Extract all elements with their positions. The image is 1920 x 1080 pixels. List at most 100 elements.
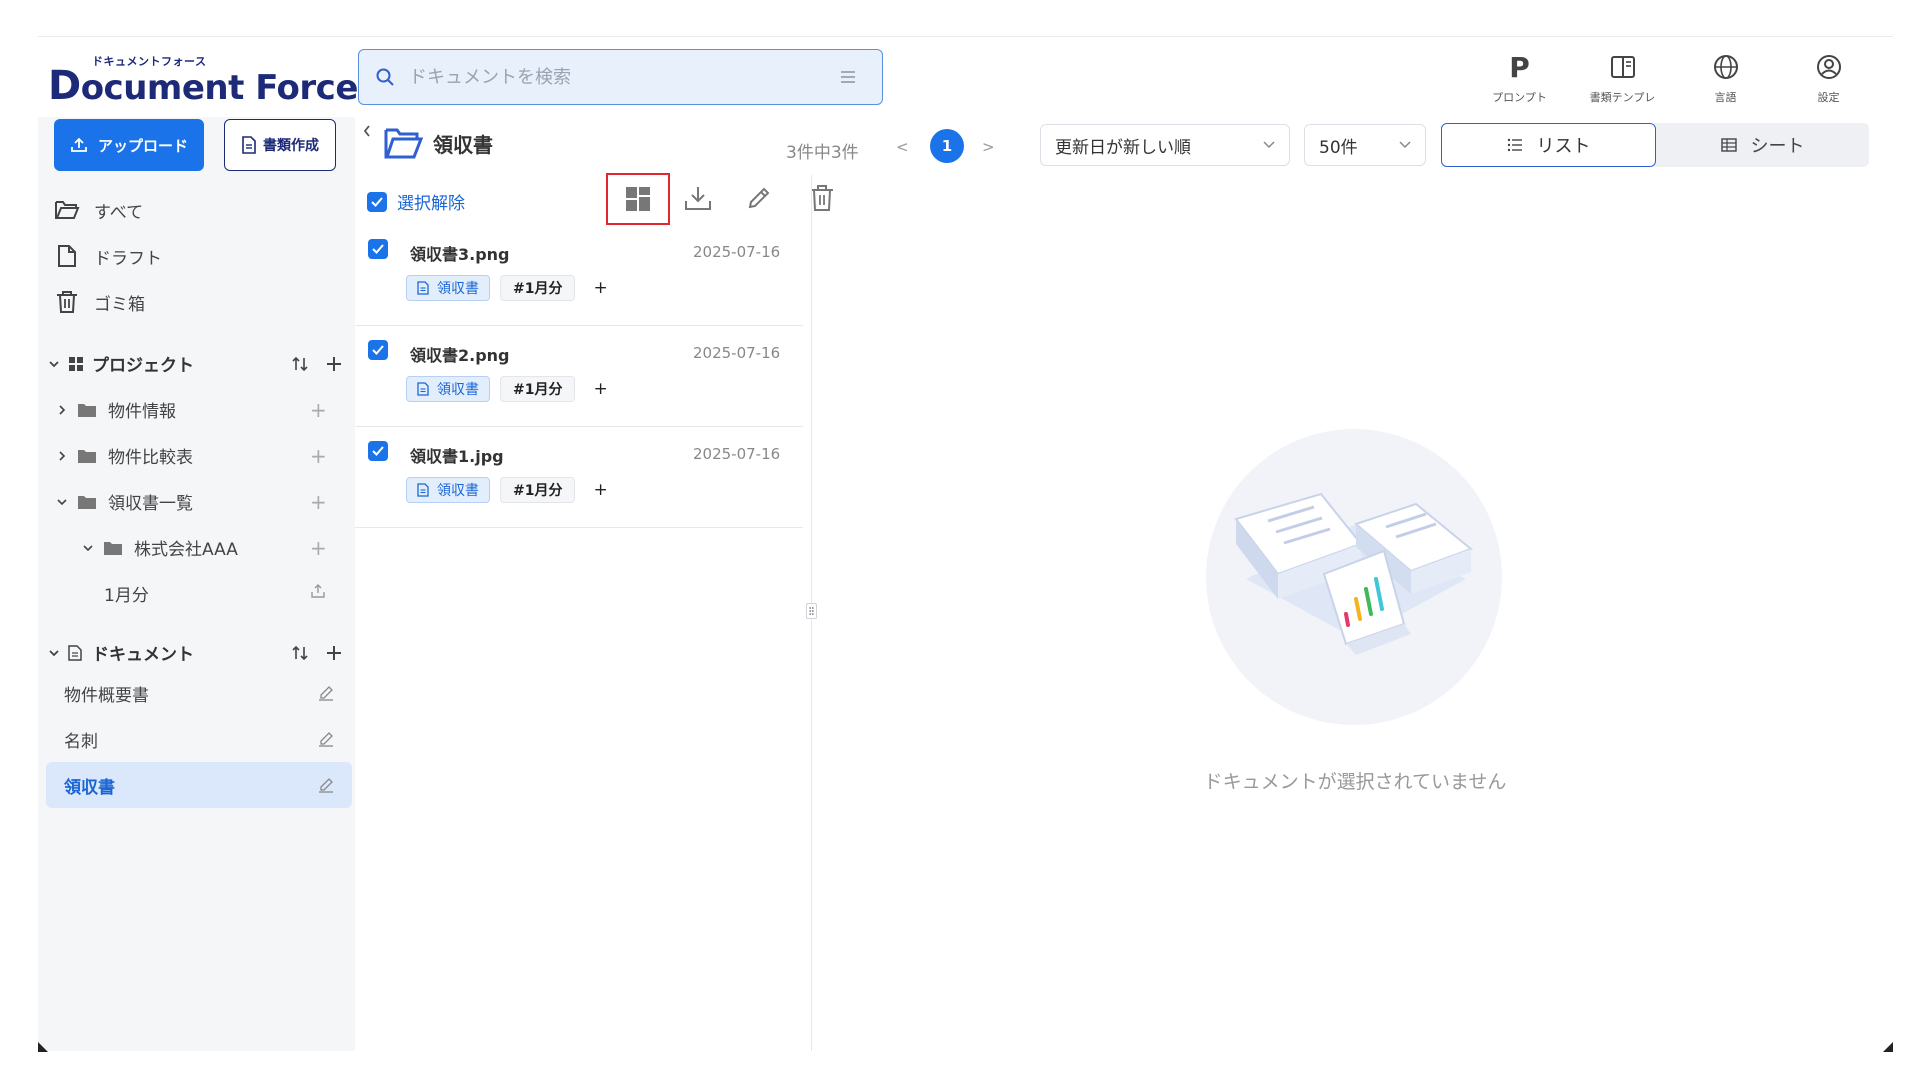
add-icon[interactable]: +: [310, 490, 327, 514]
sidebar: アップロード 書類作成 すべて ドラフト ゴミ箱 プロジェクト 物件情報 + 物…: [38, 117, 355, 1051]
project-item-label: 物件情報: [108, 402, 176, 422]
merge-grid-button[interactable]: [606, 173, 670, 225]
edit-icon[interactable]: [318, 731, 334, 747]
upload-small-icon[interactable]: [310, 583, 326, 604]
document-icon: [417, 281, 429, 295]
view-list-button[interactable]: リスト: [1441, 123, 1656, 167]
chevron-down-icon: [49, 360, 59, 367]
page-next-button[interactable]: >: [982, 138, 995, 156]
folder-icon: [78, 495, 96, 509]
table-row[interactable]: 領収書3.png 2025-07-16 領収書 #1月分 +: [355, 225, 803, 326]
list-icon: [1507, 138, 1522, 152]
project-item-property-info[interactable]: 物件情報 +: [54, 397, 350, 422]
row-checkbox[interactable]: [368, 239, 388, 259]
document-type-tag[interactable]: 領収書: [406, 376, 490, 402]
chevron-down-icon: [1263, 141, 1275, 149]
page-current[interactable]: 1: [930, 129, 964, 163]
page-prev-button[interactable]: <: [896, 138, 909, 156]
logo-d: D: [48, 63, 81, 109]
project-item-property-compare[interactable]: 物件比較表 +: [54, 443, 350, 468]
drag-dots-icon: [809, 607, 814, 615]
download-button[interactable]: [677, 177, 719, 219]
top-actions: P プロンプト 書類テンプレ 言語 設定: [1468, 47, 1880, 105]
table-row[interactable]: 領収書1.jpg 2025-07-16 領収書 #1月分 +: [355, 427, 803, 528]
logo[interactable]: ドキュメントフォース Document Force: [48, 53, 358, 109]
checkbox-checked-icon: [367, 191, 387, 212]
search-input[interactable]: [395, 66, 838, 88]
nav-all[interactable]: すべて: [54, 197, 143, 223]
view-sheet-label: シート: [1750, 136, 1805, 157]
upload-button[interactable]: アップロード: [54, 119, 204, 171]
document-item-business-card[interactable]: 名刺: [46, 716, 352, 762]
add-document-icon[interactable]: [326, 645, 342, 661]
template-button[interactable]: 書類テンプレ: [1571, 47, 1674, 105]
settings-button[interactable]: 設定: [1777, 47, 1880, 105]
file-name[interactable]: 領収書3.png: [410, 241, 510, 265]
resize-handle[interactable]: [806, 603, 817, 619]
document-type-tag[interactable]: 領収書: [406, 477, 490, 503]
add-tag-icon[interactable]: +: [593, 379, 607, 399]
chevron-left-icon: [363, 125, 370, 137]
file-name[interactable]: 領収書2.png: [410, 342, 510, 366]
folder-icon: [78, 449, 96, 463]
hash-tag[interactable]: #1月分: [500, 477, 576, 503]
create-label: 書類作成: [263, 138, 319, 154]
add-tag-icon[interactable]: +: [593, 278, 607, 298]
hash-tag[interactable]: #1月分: [500, 275, 576, 301]
language-button[interactable]: 言語: [1674, 47, 1777, 105]
project-item-receipts[interactable]: 領収書一覧 +: [54, 489, 350, 514]
row-checkbox[interactable]: [368, 340, 388, 360]
nav-draft[interactable]: ドラフト: [54, 243, 162, 269]
empty-state-message: ドキュメントが選択されていません: [1203, 771, 1507, 793]
result-count: 3件中3件: [786, 143, 859, 163]
add-tag-icon[interactable]: +: [593, 480, 607, 500]
delete-button[interactable]: [801, 177, 843, 219]
page-size-select[interactable]: 50件: [1304, 124, 1426, 166]
documents-illustration-icon: [1234, 492, 1473, 655]
filter-menu-icon[interactable]: [838, 67, 858, 87]
project-item-label: 株式会社AAA: [134, 540, 238, 560]
trash-icon: [57, 291, 77, 313]
prompt-button[interactable]: P プロンプト: [1468, 47, 1571, 105]
table-row[interactable]: 領収書2.png 2025-07-16 領収書 #1月分 +: [355, 326, 803, 427]
add-icon[interactable]: +: [310, 398, 327, 422]
projects-label: プロジェクト: [92, 356, 194, 376]
documents-section-header[interactable]: ドキュメント: [46, 640, 342, 665]
create-document-button[interactable]: 書類作成: [224, 119, 336, 171]
projects-section-header[interactable]: プロジェクト: [46, 351, 342, 376]
project-item-company-aaa[interactable]: 株式会社AAA +: [80, 535, 376, 560]
sort-icon[interactable]: [292, 645, 308, 661]
hash-tag[interactable]: #1月分: [500, 376, 576, 402]
document-item-label: 名刺: [64, 731, 98, 752]
document-item-label: 物件概要書: [64, 685, 149, 706]
edit-icon[interactable]: [318, 685, 334, 701]
collapse-sidebar-button[interactable]: [358, 122, 376, 140]
chevron-down-icon: [83, 544, 93, 551]
add-icon[interactable]: +: [310, 444, 327, 468]
folder-title: 領収書: [433, 132, 493, 157]
view-toggle: リスト シート: [1441, 123, 1869, 167]
nav-trash[interactable]: ゴミ箱: [54, 289, 145, 315]
edit-icon[interactable]: [318, 777, 334, 793]
document-item-receipt[interactable]: 領収書: [46, 762, 352, 808]
add-icon[interactable]: +: [310, 536, 327, 560]
search-bar[interactable]: [358, 49, 883, 105]
sort-icon[interactable]: [292, 356, 308, 372]
document-type-tag[interactable]: 領収書: [406, 275, 490, 301]
edit-button[interactable]: [738, 177, 780, 219]
project-item-january[interactable]: 1月分: [104, 581, 400, 606]
document-item-label: 領収書: [64, 777, 115, 798]
document-item-property-summary[interactable]: 物件概要書: [46, 670, 352, 716]
download-icon: [685, 187, 711, 210]
sort-select[interactable]: 更新日が新しい順: [1040, 124, 1290, 166]
trash-icon: [811, 185, 833, 211]
deselect-all-button[interactable]: 選択解除: [367, 189, 465, 214]
row-checkbox[interactable]: [368, 441, 388, 461]
app-window: ドキュメントフォース Document Force P プロンプト 書類テンプレ…: [38, 36, 1893, 1051]
add-project-icon[interactable]: [326, 356, 342, 372]
documents-label: ドキュメント: [92, 645, 194, 665]
view-sheet-button[interactable]: シート: [1656, 123, 1869, 167]
project-item-label: 1月分: [104, 586, 149, 606]
document-type-label: 領収書: [437, 483, 479, 499]
file-name[interactable]: 領収書1.jpg: [410, 443, 504, 467]
